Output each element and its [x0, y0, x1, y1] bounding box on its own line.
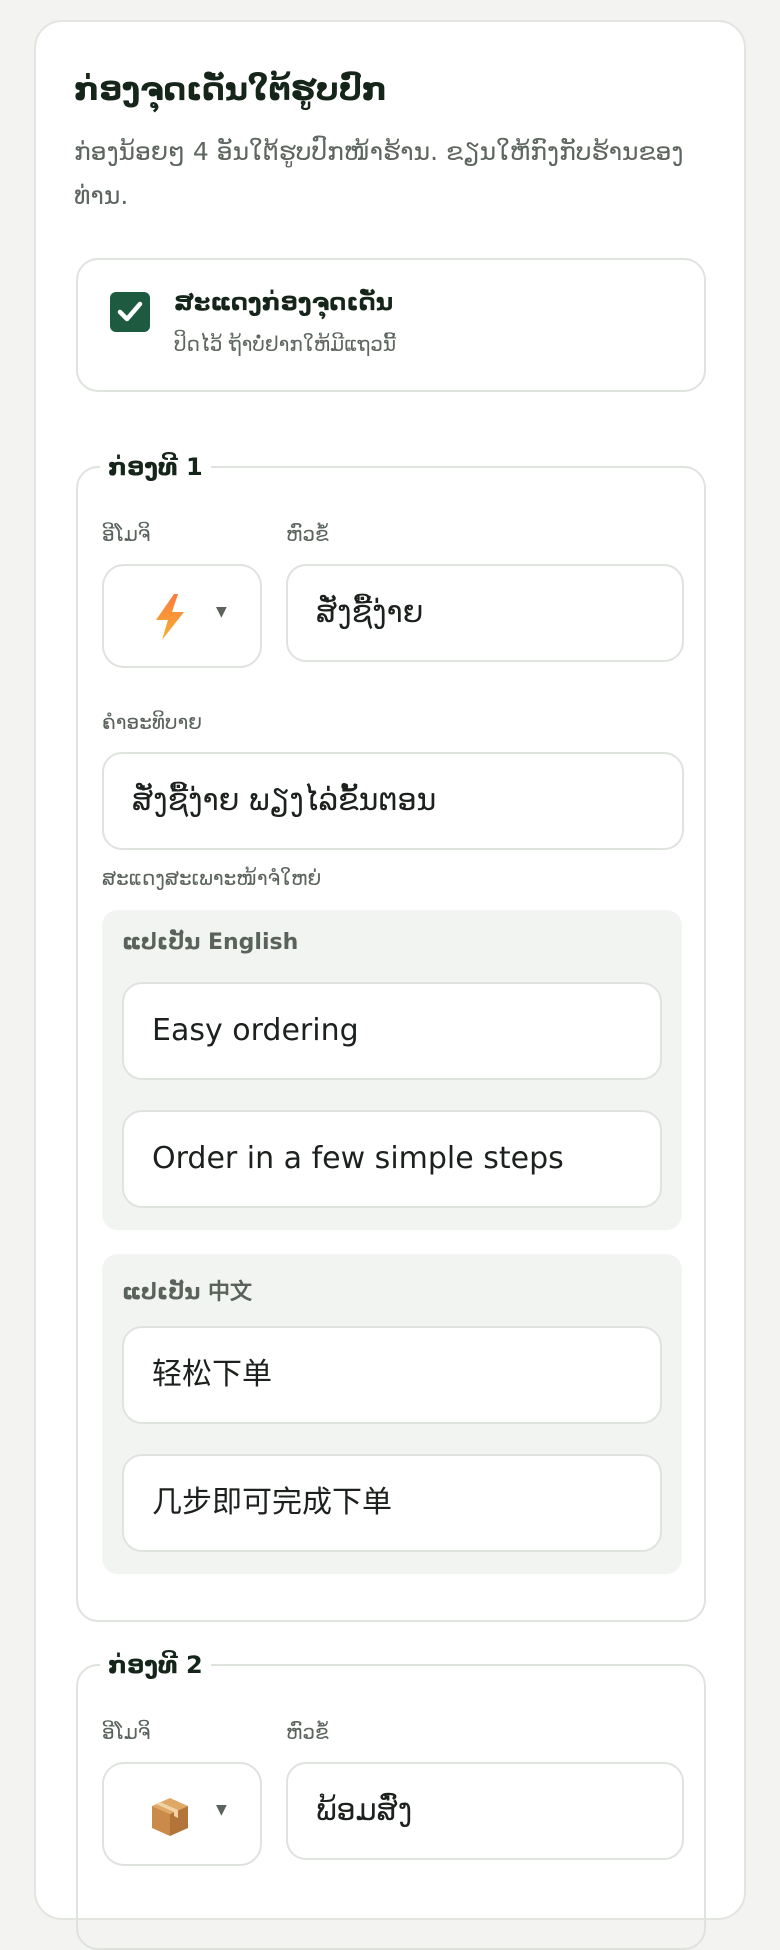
- title-label: ຫົວຂໍ້: [286, 1720, 329, 1744]
- description-input[interactable]: ສັ່ງຊື້ງ່າຍ ພຽງໄລ່ຂັ້ນຕອນ: [102, 752, 684, 850]
- translation-description-input[interactable]: Order in a few simple steps: [122, 1110, 662, 1208]
- title-input[interactable]: ພ້ອມສົ່ງ: [286, 1762, 684, 1860]
- toggle-hint: ປິດໄວ້ ຖ້າບໍ່ຢາກໃຫ້ມີແຖວນີ້: [174, 332, 397, 356]
- desktop-only-hint: ສະແດງສະເພາະໜ້າຈໍໃຫຍ່: [102, 866, 322, 890]
- package-icon: [152, 1798, 188, 1836]
- translation-title-input[interactable]: 轻松下单: [122, 1326, 662, 1424]
- description-label: ຄຳອະທິບາຍ: [102, 710, 202, 734]
- translation-title-input[interactable]: Easy ordering: [122, 982, 662, 1080]
- translation-panel-chinese: ແປເປັນ 中文 轻松下单 几步即可完成下单: [102, 1254, 682, 1574]
- checkmark-icon: [117, 301, 143, 322]
- highlight-box-1: ກ່ອງທີ 1 ອີໂມຈິ ຫົວຂໍ້ ▼ ສັ່ງຊື້ງ່າຍ ຄຳອ: [76, 452, 706, 1622]
- translation-label: ແປເປັນ 中文: [122, 1280, 252, 1305]
- title-input[interactable]: ສັ່ງຊື້ງ່າຍ: [286, 564, 684, 662]
- chevron-down-icon: ▼: [216, 604, 227, 620]
- emoji-label: ອີໂມຈິ: [102, 522, 151, 546]
- title-label: ຫົວຂໍ້: [286, 522, 329, 546]
- box-legend: ກ່ອງທີ 2: [108, 1651, 203, 1679]
- translation-panel-english: ແປເປັນ English Easy ordering Order in a …: [102, 910, 682, 1230]
- emoji-select[interactable]: ▼: [102, 1762, 262, 1866]
- toggle-label: ສະແດງກ່ອງຈຸດເດັ່ນ: [174, 288, 394, 316]
- box-legend: ກ່ອງທີ 1: [108, 453, 203, 481]
- highlight-box-2: ກ່ອງທີ 2 ອີໂມຈິ ຫົວຂໍ້ ▼ ພ້ອມສົ່ງ: [76, 1650, 706, 1950]
- highlights-settings-card: ກ່ອງຈຸດເດັ່ນໃຕ້ຮູບປົກ ກ່ອງນ້ອຍໆ 4 ອັນໃຕ້…: [34, 20, 746, 1950]
- show-highlights-toggle[interactable]: ສະແດງກ່ອງຈຸດເດັ່ນ ປິດໄວ້ ຖ້າບໍ່ຢາກໃຫ້ມີແ…: [76, 258, 706, 392]
- show-highlights-checkbox[interactable]: [110, 292, 150, 332]
- translation-label: ແປເປັນ English: [122, 930, 299, 955]
- chevron-down-icon: ▼: [216, 1802, 227, 1818]
- emoji-label: ອີໂມຈິ: [102, 1720, 151, 1744]
- translation-description-input[interactable]: 几步即可完成下单: [122, 1454, 662, 1552]
- emoji-select[interactable]: ▼: [102, 564, 262, 668]
- section-subtitle: ກ່ອງນ້ອຍໆ 4 ອັນໃຕ້ຮູບປົກໜ້າຮ້ານ. ຂຽນໃຫ້ກ…: [74, 137, 684, 210]
- lightning-icon: [156, 594, 184, 640]
- section-title: ກ່ອງຈຸດເດັ່ນໃຕ້ຮູບປົກ: [74, 70, 387, 108]
